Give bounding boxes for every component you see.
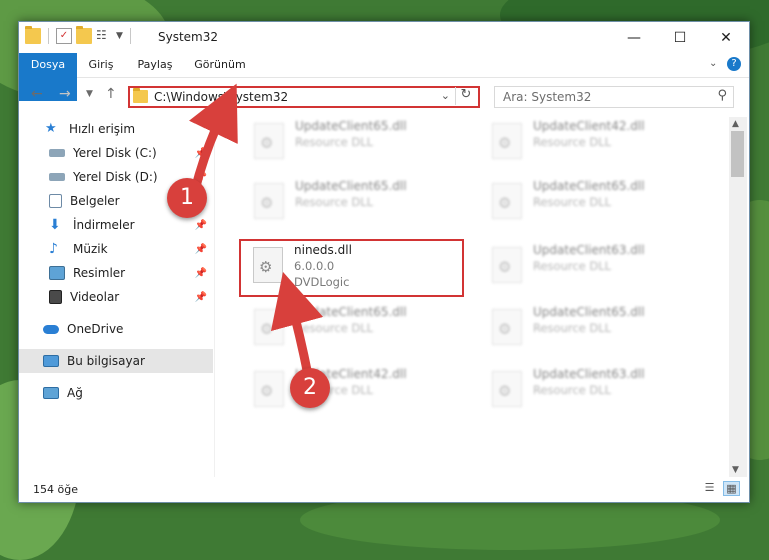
network-icon xyxy=(43,387,59,399)
folder-icon xyxy=(133,88,148,103)
properties-icon[interactable]: ✓ xyxy=(56,28,72,44)
file-item[interactable]: UpdateClient63.dll Resource DLL xyxy=(484,241,709,289)
sidebar-item-this-pc[interactable]: Bu bilgisayar xyxy=(19,349,213,373)
file-item[interactable]: UpdateClient42.dll Resource DLL xyxy=(484,117,709,165)
pictures-icon xyxy=(49,266,65,280)
tab-view[interactable]: Görünüm xyxy=(191,53,249,77)
expand-ribbon-icon[interactable]: ⌄ xyxy=(709,58,717,69)
new-folder-icon[interactable] xyxy=(76,26,92,44)
tab-share[interactable]: Paylaş xyxy=(133,53,177,77)
quick-access-toolbar: ✓ ☷ ▼ xyxy=(25,26,134,44)
tab-home[interactable]: Giriş xyxy=(83,53,119,77)
status-bar: 154 öğe ☰ ▦ xyxy=(19,478,749,502)
details-view-icon[interactable]: ☰ xyxy=(701,481,718,496)
window-title: System32 xyxy=(158,30,219,44)
search-icon[interactable]: ⚲ xyxy=(717,88,727,103)
maximize-button[interactable]: ☐ xyxy=(657,22,703,53)
chevron-down-icon[interactable]: ▼ xyxy=(116,31,123,41)
computer-icon xyxy=(43,355,59,367)
dll-file-icon xyxy=(492,123,522,159)
pin-icon[interactable]: 📌 xyxy=(195,148,207,159)
dll-file-icon xyxy=(492,309,522,345)
step-marker-2: 2 xyxy=(290,368,330,408)
file-item[interactable]: UpdateClient65.dll Resource DLL xyxy=(246,177,471,225)
scroll-down-icon[interactable]: ▼ xyxy=(732,465,739,475)
help-icon[interactable]: ? xyxy=(727,57,741,71)
chevron-down-icon[interactable]: ⌄ xyxy=(441,89,450,102)
dll-file-icon xyxy=(492,183,522,219)
sidebar-item-videos[interactable]: Videolar 📌 xyxy=(19,285,213,309)
vertical-scrollbar[interactable]: ▲ ▼ xyxy=(729,117,747,477)
cloud-icon xyxy=(43,324,59,334)
dll-file-icon xyxy=(254,309,284,345)
sidebar-item-onedrive[interactable]: OneDrive xyxy=(19,317,213,341)
sidebar-item-network[interactable]: Ağ xyxy=(19,381,213,405)
file-item[interactable]: UpdateClient65.dll Resource DLL xyxy=(246,117,471,165)
file-highlight-box xyxy=(239,239,464,297)
sidebar-item-quick-access[interactable]: ★ Hızlı erişim xyxy=(19,117,213,141)
file-item[interactable]: UpdateClient63.dll Resource DLL xyxy=(484,365,709,413)
file-item[interactable]: UpdateClient65.dll Resource DLL xyxy=(246,303,471,351)
pin-icon[interactable]: 📌 xyxy=(195,292,207,303)
navigation-bar: ← → ▼ ↑ C:\Windows\System32 ⌄ ↻ Ara: Sys… xyxy=(19,78,749,112)
divider xyxy=(129,28,131,44)
large-icons-view-icon[interactable]: ▦ xyxy=(723,481,740,496)
step-marker-1: 1 xyxy=(167,178,207,218)
address-path[interactable]: C:\Windows\System32 xyxy=(154,90,288,104)
divider xyxy=(214,117,215,477)
search-input[interactable]: Ara: System32 xyxy=(503,90,591,104)
scrollbar-thumb[interactable] xyxy=(731,131,744,177)
download-icon: ⬇ xyxy=(49,217,61,233)
recent-locations-icon[interactable]: ▼ xyxy=(86,89,93,99)
minimize-button[interactable]: — xyxy=(611,22,657,53)
pin-icon[interactable]: 📌 xyxy=(195,244,207,255)
drive-icon xyxy=(49,173,65,181)
item-count: 154 öğe xyxy=(33,483,78,496)
address-bar[interactable]: C:\Windows\System32 ⌄ ↻ xyxy=(128,86,480,108)
close-button[interactable]: ✕ xyxy=(703,22,749,53)
scroll-up-icon[interactable]: ▲ xyxy=(732,119,739,129)
refresh-icon[interactable]: ↻ xyxy=(455,87,476,105)
customize-icon[interactable]: ☷ xyxy=(96,28,112,44)
folder-icon xyxy=(25,26,41,44)
video-icon xyxy=(49,290,62,304)
sidebar-item-pictures[interactable]: Resimler 📌 xyxy=(19,261,213,285)
dll-file-icon xyxy=(254,123,284,159)
search-box[interactable]: Ara: System32 ⚲ xyxy=(494,86,734,108)
file-item[interactable]: UpdateClient42.dll Resource DLL xyxy=(246,365,471,413)
dll-file-icon xyxy=(492,247,522,283)
music-icon: ♪ xyxy=(49,241,58,257)
sidebar-item-disk-c[interactable]: Yerel Disk (C:) 📌 xyxy=(19,141,213,165)
back-arrow-icon[interactable]: ← xyxy=(31,86,43,102)
dll-file-icon xyxy=(492,371,522,407)
star-icon: ★ xyxy=(45,121,57,136)
divider xyxy=(48,28,49,44)
explorer-window: ✓ ☷ ▼ System32 — ☐ ✕ Dosya Giriş Paylaş … xyxy=(18,21,750,503)
file-list: UpdateClient65.dll Resource DLL UpdateCl… xyxy=(216,117,728,477)
forward-arrow-icon[interactable]: → xyxy=(59,86,71,102)
file-item[interactable]: UpdateClient65.dll Resource DLL xyxy=(484,303,709,351)
dll-file-icon xyxy=(254,371,284,407)
pin-icon[interactable]: 📌 xyxy=(195,268,207,279)
file-item[interactable]: UpdateClient65.dll Resource DLL xyxy=(484,177,709,225)
ribbon: Dosya Giriş Paylaş Görünüm ⌄ ? xyxy=(19,53,749,101)
sidebar-item-music[interactable]: ♪ Müzik 📌 xyxy=(19,237,213,261)
documents-icon xyxy=(49,194,62,208)
title-bar: ✓ ☷ ▼ System32 — ☐ ✕ xyxy=(19,22,749,53)
up-arrow-icon[interactable]: ↑ xyxy=(105,86,117,102)
pin-icon[interactable]: 📌 xyxy=(195,220,207,231)
drive-icon xyxy=(49,149,65,157)
dll-file-icon xyxy=(254,183,284,219)
navigation-pane: ★ Hızlı erişim Yerel Disk (C:) 📌 Yerel D… xyxy=(19,117,213,477)
